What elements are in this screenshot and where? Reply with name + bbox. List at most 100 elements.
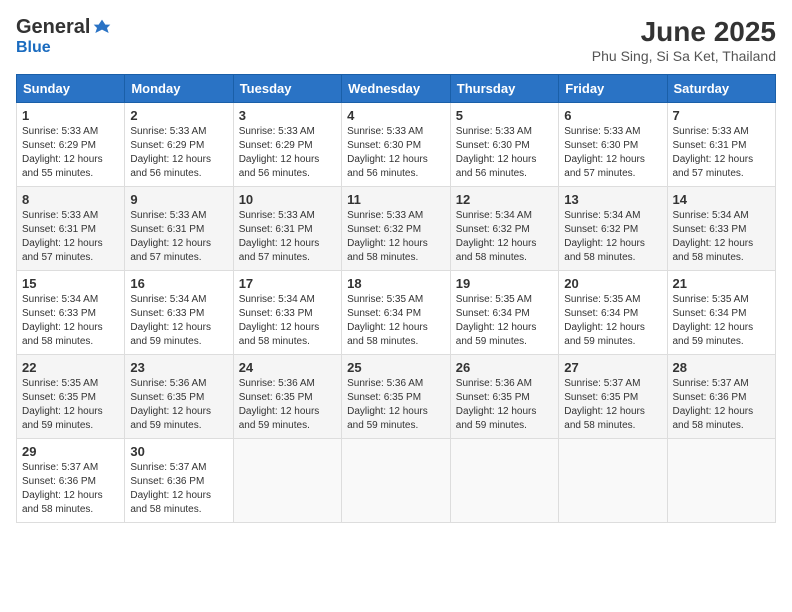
day-number: 21 <box>673 276 771 291</box>
calendar-week-row: 1 Sunrise: 5:33 AM Sunset: 6:29 PM Dayli… <box>17 103 776 187</box>
day-info: Sunrise: 5:37 AM Sunset: 6:35 PM Dayligh… <box>564 377 661 433</box>
table-row: 25 Sunrise: 5:36 AM Sunset: 6:35 PM Dayl… <box>342 355 451 439</box>
calendar-week-row: 8 Sunrise: 5:33 AM Sunset: 6:31 PM Dayli… <box>17 187 776 271</box>
table-row: 30 Sunrise: 5:37 AM Sunset: 6:36 PM Dayl… <box>125 439 233 523</box>
table-row: 23 Sunrise: 5:36 AM Sunset: 6:35 PM Dayl… <box>125 355 233 439</box>
day-number: 19 <box>456 276 553 291</box>
table-row: 20 Sunrise: 5:35 AM Sunset: 6:34 PM Dayl… <box>559 271 667 355</box>
table-row: 18 Sunrise: 5:35 AM Sunset: 6:34 PM Dayl… <box>342 271 451 355</box>
day-info: Sunrise: 5:33 AM Sunset: 6:31 PM Dayligh… <box>673 125 771 181</box>
title-section: June 2025 Phu Sing, Si Sa Ket, Thailand <box>592 16 776 64</box>
day-info: Sunrise: 5:33 AM Sunset: 6:29 PM Dayligh… <box>130 125 227 181</box>
day-number: 7 <box>673 108 771 123</box>
day-number: 9 <box>130 192 227 207</box>
day-number: 15 <box>22 276 119 291</box>
day-number: 24 <box>239 360 336 375</box>
day-info: Sunrise: 5:34 AM Sunset: 6:33 PM Dayligh… <box>22 293 119 349</box>
table-row: 13 Sunrise: 5:34 AM Sunset: 6:32 PM Dayl… <box>559 187 667 271</box>
calendar-table: Sunday Monday Tuesday Wednesday Thursday… <box>16 74 776 523</box>
table-row: 16 Sunrise: 5:34 AM Sunset: 6:33 PM Dayl… <box>125 271 233 355</box>
table-row: 17 Sunrise: 5:34 AM Sunset: 6:33 PM Dayl… <box>233 271 341 355</box>
day-info: Sunrise: 5:36 AM Sunset: 6:35 PM Dayligh… <box>456 377 553 433</box>
calendar-week-row: 15 Sunrise: 5:34 AM Sunset: 6:33 PM Dayl… <box>17 271 776 355</box>
day-info: Sunrise: 5:36 AM Sunset: 6:35 PM Dayligh… <box>130 377 227 433</box>
day-number: 29 <box>22 444 119 459</box>
day-info: Sunrise: 5:37 AM Sunset: 6:36 PM Dayligh… <box>673 377 771 433</box>
calendar-header-row: Sunday Monday Tuesday Wednesday Thursday… <box>17 75 776 103</box>
table-row: 12 Sunrise: 5:34 AM Sunset: 6:32 PM Dayl… <box>450 187 558 271</box>
table-row <box>450 439 558 523</box>
table-row: 1 Sunrise: 5:33 AM Sunset: 6:29 PM Dayli… <box>17 103 125 187</box>
day-info: Sunrise: 5:35 AM Sunset: 6:34 PM Dayligh… <box>347 293 445 349</box>
day-number: 2 <box>130 108 227 123</box>
day-info: Sunrise: 5:33 AM Sunset: 6:29 PM Dayligh… <box>239 125 336 181</box>
table-row: 28 Sunrise: 5:37 AM Sunset: 6:36 PM Dayl… <box>667 355 776 439</box>
page-header: General Blue June 2025 Phu Sing, Si Sa K… <box>16 16 776 64</box>
table-row: 8 Sunrise: 5:33 AM Sunset: 6:31 PM Dayli… <box>17 187 125 271</box>
day-info: Sunrise: 5:34 AM Sunset: 6:32 PM Dayligh… <box>564 209 661 265</box>
table-row: 3 Sunrise: 5:33 AM Sunset: 6:29 PM Dayli… <box>233 103 341 187</box>
table-row: 15 Sunrise: 5:34 AM Sunset: 6:33 PM Dayl… <box>17 271 125 355</box>
day-info: Sunrise: 5:34 AM Sunset: 6:33 PM Dayligh… <box>130 293 227 349</box>
table-row: 26 Sunrise: 5:36 AM Sunset: 6:35 PM Dayl… <box>450 355 558 439</box>
logo-blue-text: Blue <box>16 39 51 57</box>
col-wednesday: Wednesday <box>342 75 451 103</box>
day-number: 25 <box>347 360 445 375</box>
day-number: 18 <box>347 276 445 291</box>
table-row: 24 Sunrise: 5:36 AM Sunset: 6:35 PM Dayl… <box>233 355 341 439</box>
day-number: 16 <box>130 276 227 291</box>
day-number: 5 <box>456 108 553 123</box>
table-row: 4 Sunrise: 5:33 AM Sunset: 6:30 PM Dayli… <box>342 103 451 187</box>
day-info: Sunrise: 5:33 AM Sunset: 6:30 PM Dayligh… <box>564 125 661 181</box>
day-number: 12 <box>456 192 553 207</box>
col-thursday: Thursday <box>450 75 558 103</box>
day-number: 22 <box>22 360 119 375</box>
col-friday: Friday <box>559 75 667 103</box>
table-row: 2 Sunrise: 5:33 AM Sunset: 6:29 PM Dayli… <box>125 103 233 187</box>
day-info: Sunrise: 5:33 AM Sunset: 6:29 PM Dayligh… <box>22 125 119 181</box>
day-number: 23 <box>130 360 227 375</box>
day-number: 4 <box>347 108 445 123</box>
table-row: 21 Sunrise: 5:35 AM Sunset: 6:34 PM Dayl… <box>667 271 776 355</box>
logo-general-text: General <box>16 16 90 39</box>
table-row <box>233 439 341 523</box>
day-info: Sunrise: 5:34 AM Sunset: 6:32 PM Dayligh… <box>456 209 553 265</box>
logo-icon <box>92 18 112 38</box>
day-number: 11 <box>347 192 445 207</box>
calendar-week-row: 22 Sunrise: 5:35 AM Sunset: 6:35 PM Dayl… <box>17 355 776 439</box>
day-info: Sunrise: 5:35 AM Sunset: 6:34 PM Dayligh… <box>456 293 553 349</box>
day-info: Sunrise: 5:34 AM Sunset: 6:33 PM Dayligh… <box>239 293 336 349</box>
table-row: 7 Sunrise: 5:33 AM Sunset: 6:31 PM Dayli… <box>667 103 776 187</box>
day-info: Sunrise: 5:37 AM Sunset: 6:36 PM Dayligh… <box>130 461 227 517</box>
day-number: 3 <box>239 108 336 123</box>
col-tuesday: Tuesday <box>233 75 341 103</box>
table-row: 10 Sunrise: 5:33 AM Sunset: 6:31 PM Dayl… <box>233 187 341 271</box>
day-info: Sunrise: 5:37 AM Sunset: 6:36 PM Dayligh… <box>22 461 119 517</box>
day-number: 28 <box>673 360 771 375</box>
day-info: Sunrise: 5:33 AM Sunset: 6:30 PM Dayligh… <box>347 125 445 181</box>
day-info: Sunrise: 5:34 AM Sunset: 6:33 PM Dayligh… <box>673 209 771 265</box>
table-row: 29 Sunrise: 5:37 AM Sunset: 6:36 PM Dayl… <box>17 439 125 523</box>
day-number: 6 <box>564 108 661 123</box>
day-number: 8 <box>22 192 119 207</box>
table-row <box>559 439 667 523</box>
col-monday: Monday <box>125 75 233 103</box>
day-number: 1 <box>22 108 119 123</box>
table-row: 14 Sunrise: 5:34 AM Sunset: 6:33 PM Dayl… <box>667 187 776 271</box>
day-number: 27 <box>564 360 661 375</box>
day-info: Sunrise: 5:35 AM Sunset: 6:35 PM Dayligh… <box>22 377 119 433</box>
table-row: 22 Sunrise: 5:35 AM Sunset: 6:35 PM Dayl… <box>17 355 125 439</box>
col-saturday: Saturday <box>667 75 776 103</box>
day-info: Sunrise: 5:35 AM Sunset: 6:34 PM Dayligh… <box>564 293 661 349</box>
table-row: 27 Sunrise: 5:37 AM Sunset: 6:35 PM Dayl… <box>559 355 667 439</box>
day-number: 26 <box>456 360 553 375</box>
day-info: Sunrise: 5:33 AM Sunset: 6:31 PM Dayligh… <box>130 209 227 265</box>
calendar-week-row: 29 Sunrise: 5:37 AM Sunset: 6:36 PM Dayl… <box>17 439 776 523</box>
table-row <box>667 439 776 523</box>
col-sunday: Sunday <box>17 75 125 103</box>
day-number: 13 <box>564 192 661 207</box>
day-info: Sunrise: 5:33 AM Sunset: 6:32 PM Dayligh… <box>347 209 445 265</box>
table-row <box>342 439 451 523</box>
day-info: Sunrise: 5:35 AM Sunset: 6:34 PM Dayligh… <box>673 293 771 349</box>
table-row: 19 Sunrise: 5:35 AM Sunset: 6:34 PM Dayl… <box>450 271 558 355</box>
